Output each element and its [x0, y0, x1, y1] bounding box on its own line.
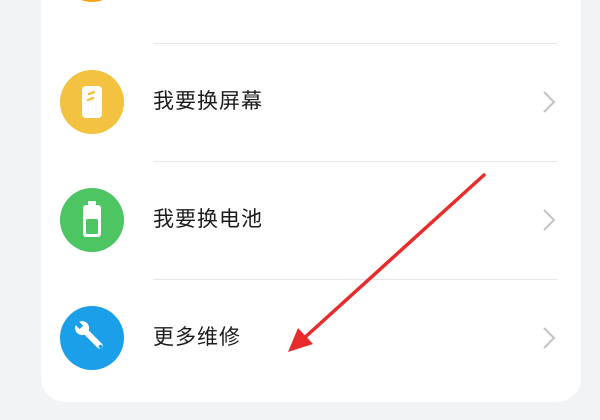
chevron-right-icon — [543, 209, 556, 231]
menu-item-label: 我要换电池 — [153, 207, 263, 231]
menu-item-label: 更多维修 — [153, 325, 241, 349]
battery-icon — [60, 188, 124, 252]
partial-orange-icon — [60, 0, 124, 17]
screen: 我要换屏幕 我要换电池 更多维修 — [0, 0, 600, 420]
chevron-right-icon — [543, 327, 556, 349]
menu-item-replace-battery[interactable]: 我要换电池 — [41, 161, 581, 279]
menu-item-more-repairs[interactable]: 更多维修 — [41, 279, 581, 397]
phone-screen-icon — [60, 70, 124, 134]
wrench-icon — [60, 306, 124, 370]
repair-options-card: 我要换屏幕 我要换电池 更多维修 — [41, 0, 581, 402]
menu-item-replace-screen[interactable]: 我要换屏幕 — [41, 43, 581, 161]
chevron-right-icon — [543, 91, 556, 113]
menu-item-label: 我要换屏幕 — [153, 89, 263, 113]
